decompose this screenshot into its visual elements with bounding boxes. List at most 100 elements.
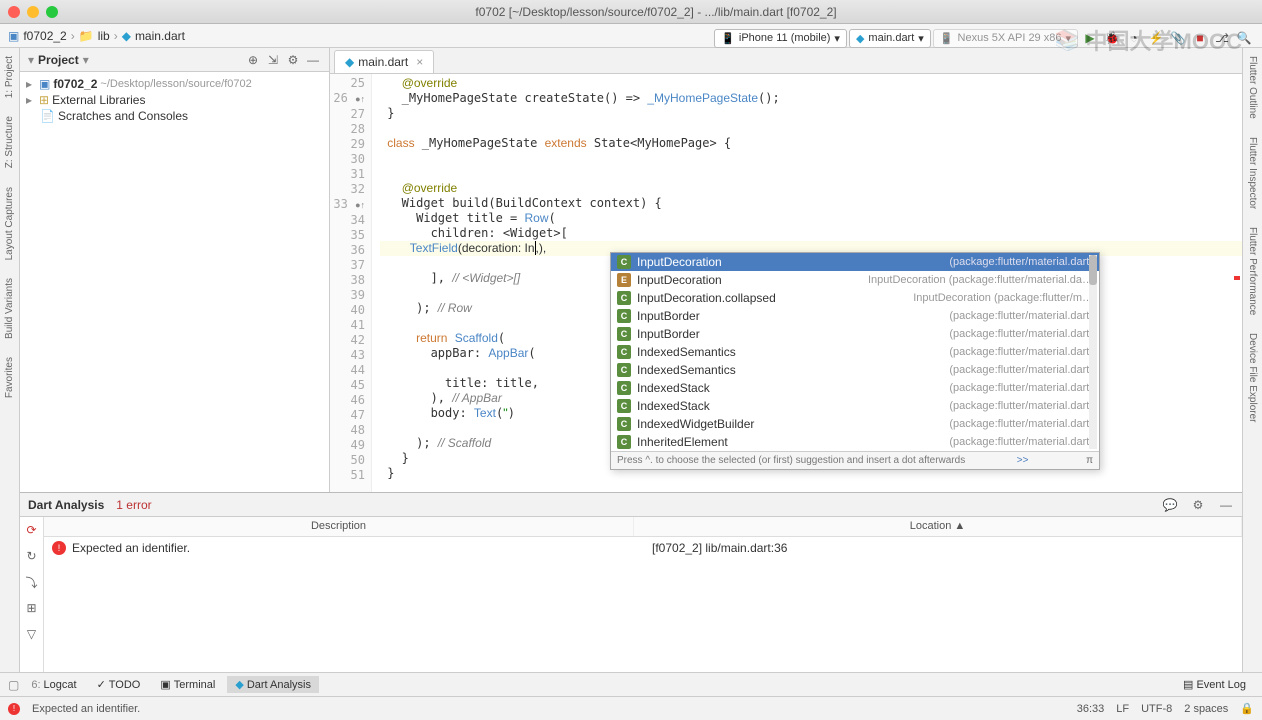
completion-name: IndexedStack xyxy=(637,399,943,413)
autocomplete-item[interactable]: CInheritedElement(package:flutter/materi… xyxy=(611,433,1099,451)
autocomplete-item[interactable]: EInputDecorationInputDecoration (package… xyxy=(611,271,1099,289)
close-window-icon[interactable] xyxy=(8,6,20,18)
cursor-position[interactable]: 36:33 xyxy=(1077,703,1105,715)
hide-icon[interactable]: — xyxy=(305,52,321,68)
autocomplete-item[interactable]: CInputDecoration(package:flutter/materia… xyxy=(611,253,1099,271)
autocomplete-item[interactable]: CIndexedWidgetBuilder(package:flutter/ma… xyxy=(611,415,1099,433)
run-config-selector[interactable]: ◆main.dart▾ xyxy=(849,29,931,48)
scratch-icon: 📄 xyxy=(40,109,55,123)
profile-button[interactable]: ◔ xyxy=(1124,28,1144,48)
autocomplete-item[interactable]: CIndexedSemantics(package:flutter/materi… xyxy=(611,361,1099,379)
hide-icon[interactable]: — xyxy=(1218,497,1234,513)
group-icon[interactable]: ⊞ xyxy=(23,599,41,617)
error-icon: ! xyxy=(8,703,20,715)
chevron-down-icon: ▾ xyxy=(1065,32,1071,45)
favorites-tool-button[interactable]: Favorites xyxy=(4,357,15,398)
col-description[interactable]: Description xyxy=(44,517,634,536)
completion-pkg: InputDecoration (package:flutter/m… xyxy=(913,292,1093,304)
breadcrumb-project[interactable]: ▣f0702_2 xyxy=(8,29,67,43)
chevron-down-icon: ▾ xyxy=(918,32,924,45)
autocomplete-item[interactable]: CIndexedSemantics(package:flutter/materi… xyxy=(611,343,1099,361)
completion-pkg: (package:flutter/material.dart) xyxy=(949,382,1093,394)
autocomplete-item[interactable]: CInputBorder(package:flutter/material.da… xyxy=(611,325,1099,343)
hot-reload-button[interactable]: ⚡ xyxy=(1146,28,1166,48)
col-location[interactable]: Location ▲ xyxy=(634,517,1242,536)
flutter-inspector-button[interactable]: Flutter Inspector xyxy=(1247,137,1258,209)
analysis-row[interactable]: ! Expected an identifier. [f0702_2] lib/… xyxy=(44,537,1242,559)
encoding[interactable]: UTF-8 xyxy=(1141,703,1172,715)
indent[interactable]: 2 spaces xyxy=(1184,703,1228,715)
stop-button[interactable]: ■ xyxy=(1190,28,1210,48)
chevron-right-icon[interactable]: ▸ xyxy=(26,93,36,107)
analysis-location: [f0702_2] lib/main.dart:36 xyxy=(652,541,787,555)
terminal-icon: ▣ xyxy=(160,678,170,691)
status-message: Expected an identifier. xyxy=(32,703,140,715)
collapse-icon[interactable]: ⇲ xyxy=(265,52,281,68)
close-icon[interactable]: × xyxy=(416,55,423,69)
flutter-outline-button[interactable]: Flutter Outline xyxy=(1247,56,1258,119)
restart-icon[interactable]: ↻ xyxy=(23,547,41,565)
debug-button[interactable]: 🐞 xyxy=(1102,28,1122,48)
run-button[interactable]: ▶ xyxy=(1080,28,1100,48)
event-log-button[interactable]: ▤Event Log xyxy=(1175,676,1254,693)
scrollbar[interactable] xyxy=(1089,255,1097,449)
device-explorer-button[interactable]: Device File Explorer xyxy=(1247,333,1258,422)
target-icon[interactable]: ⊕ xyxy=(245,52,261,68)
lock-icon[interactable]: 🔒 xyxy=(1240,702,1254,715)
search-button[interactable]: 🔍 xyxy=(1234,28,1254,48)
flutter-performance-button[interactable]: Flutter Performance xyxy=(1247,227,1258,315)
autocomplete-item[interactable]: C IndexedStack (package:flutter/material.d… xyxy=(611,379,1099,397)
filter-icon[interactable]: ▽ xyxy=(23,625,41,643)
autocomplete-popup[interactable]: CInputDecoration(package:flutter/materia… xyxy=(610,252,1100,470)
tree-external[interactable]: ▸ ⊞ External Libraries xyxy=(26,92,323,108)
pi-icon[interactable]: π xyxy=(1086,455,1093,466)
dart-analysis-button[interactable]: ◆Dart Analysis xyxy=(227,676,319,693)
autoscroll-icon[interactable]: ⤵ xyxy=(23,573,41,591)
feedback-icon[interactable]: 💬 xyxy=(1162,497,1178,513)
logcat-button[interactable]: 6:Logcat xyxy=(23,677,84,693)
autocomplete-item[interactable]: CInputBorder(package:flutter/material.da… xyxy=(611,307,1099,325)
project-tool-button[interactable]: 1: Project xyxy=(4,56,15,98)
tool-window-icon[interactable]: ▢ xyxy=(8,678,19,692)
tree-scratches[interactable]: 📄 Scratches and Consoles xyxy=(26,108,323,124)
refresh-icon[interactable]: ⟳ xyxy=(23,521,41,539)
completion-name: IndexedStack xyxy=(637,381,943,395)
zoom-window-icon[interactable] xyxy=(46,6,58,18)
tree-root[interactable]: ▸ ▣ f0702_2 ~/Desktop/lesson/source/f070… xyxy=(26,76,323,92)
chevron-down-icon: ▾ xyxy=(834,32,840,45)
chevron-down-icon[interactable]: ▾ xyxy=(83,53,89,67)
autocomplete-item[interactable]: CInputDecoration.collapsedInputDecoratio… xyxy=(611,289,1099,307)
breadcrumb-folder[interactable]: 📁lib xyxy=(79,29,110,43)
kind-icon: C xyxy=(617,381,631,395)
project-tree[interactable]: ▸ ▣ f0702_2 ~/Desktop/lesson/source/f070… xyxy=(20,72,329,128)
completion-name: InputBorder xyxy=(637,309,943,323)
autocomplete-item[interactable]: CIndexedStack(package:flutter/material.d… xyxy=(611,397,1099,415)
gear-icon[interactable]: ⚙ xyxy=(285,52,301,68)
todo-button[interactable]: ✓TODO xyxy=(89,676,149,693)
kind-icon: C xyxy=(617,255,631,269)
folder-icon: ▣ xyxy=(8,29,19,43)
line-ending[interactable]: LF xyxy=(1116,703,1129,715)
breadcrumb-file[interactable]: ◆main.dart xyxy=(122,29,185,43)
minimize-window-icon[interactable] xyxy=(27,6,39,18)
analysis-table[interactable]: Description Location ▲ ! Expected an ide… xyxy=(44,517,1242,672)
tab-main-dart[interactable]: ◆ main.dart × xyxy=(334,50,434,73)
structure-tool-button[interactable]: Z: Structure xyxy=(4,116,15,168)
captures-tool-button[interactable]: Layout Captures xyxy=(4,187,15,260)
git-button[interactable]: ⎇ xyxy=(1212,28,1232,48)
chevron-right-icon[interactable]: ▸ xyxy=(26,77,36,91)
attach-button[interactable]: 📎 xyxy=(1168,28,1188,48)
gear-icon[interactable]: ⚙ xyxy=(1190,497,1206,513)
completion-name: IndexedSemantics xyxy=(637,345,943,359)
error-icon: ! xyxy=(52,541,66,555)
status-bar: ! Expected an identifier. 36:33 LF UTF-8… xyxy=(0,696,1262,720)
device-selector[interactable]: 📱iPhone 11 (mobile)▾ xyxy=(714,29,847,48)
build-variants-tool-button[interactable]: Build Variants xyxy=(4,278,15,339)
completion-pkg: (package:flutter/material.dart) xyxy=(949,418,1093,430)
autocomplete-more-link[interactable]: >> xyxy=(1017,455,1029,466)
terminal-button[interactable]: ▣Terminal xyxy=(152,676,223,693)
completion-pkg: (package:flutter/material.dart) xyxy=(949,400,1093,412)
completion-name: IndexedSemantics xyxy=(637,363,943,377)
chevron-down-icon[interactable]: ▾ xyxy=(28,53,34,67)
avd-selector[interactable]: 📱Nexus 5X API 29 x86▾ xyxy=(933,29,1078,48)
